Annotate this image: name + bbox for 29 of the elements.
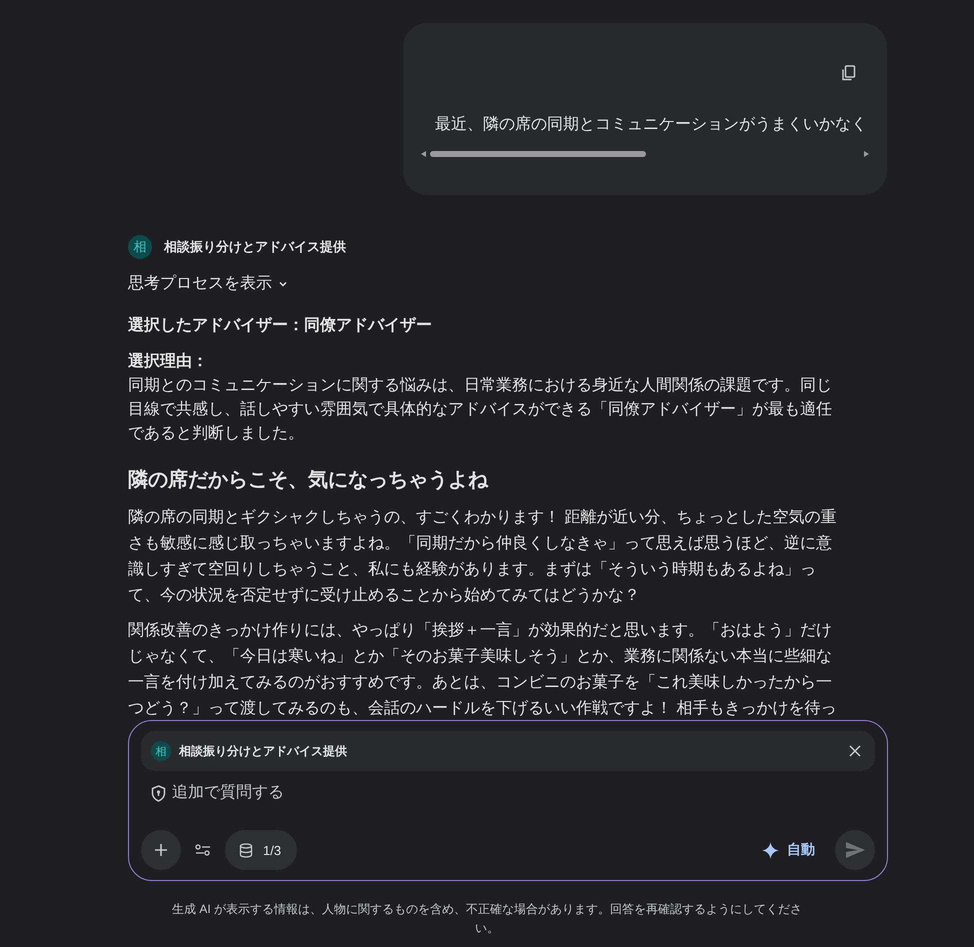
scroll-right-icon[interactable] — [864, 151, 869, 157]
selected-advisor: 選択したアドバイザー：同僚アドバイザー — [128, 316, 433, 336]
reason-text: 同期とのコミュニケーションに関する悩みは、日常業務における身近な人間関係の課題です。同じ目線で共感し、話しやすい雰囲気で具体的なアドバイスができる「同僚アドバイザー」が最も適任であると判断しました。 — [128, 376, 833, 444]
disclaimer-text: 生成 AI が表示する情報は、人物に関するものを含め、不正確な場合があります。回答を再確認するようにしてください。 — [170, 901, 803, 937]
agent-name: 相談振り分けとアドバイス提供 — [179, 742, 347, 760]
close-icon[interactable] — [849, 745, 861, 757]
response-paragraph: 隣の席の同期とギクシャクしちゃうの、すごくわかります！ 距離が近い分、ちょっとした空気の重さも敏感に感じ取っちゃいますよね。「同期だから仲良くしなきゃ」って思えば思うほど、逆に意識しすぎて空回りしちゃうこと、私にも経験があります。まずは「そういう時期もあるよね」って、今の状況を否定せずに受け止めることから始めてみてはどうかな？ — [128, 508, 838, 606]
shield-icon — [151, 784, 166, 802]
scroll-left-icon[interactable] — [421, 151, 426, 157]
settings-icon[interactable] — [195, 843, 211, 857]
sparkle-icon — [762, 842, 779, 858]
send-icon — [846, 842, 864, 858]
response-paragraph: 関係改善のきっかけ作りには、やっぱり「挨拶＋一言」が効果的だと思います。「おはよう」だけじゃなくて、「今日は寒いね」とか「そのお菓子美味しそう」とか、業務に関係ない本当に些細な一言を付け加えてみるのがおすすめです。あとは、コンビニのお菓子を「これ美味しかったから一つどう？」って渡してみるのも、会話のハードルを下げるいい作戦ですよ！ 相手もきっかけを待っ — [128, 620, 838, 719]
agent-avatar: 相 — [151, 741, 171, 761]
question-input[interactable]: 追加で質問する — [172, 784, 572, 802]
reason-label: 選択理由： — [128, 352, 209, 372]
agent-avatar: 相 — [128, 235, 152, 259]
send-button[interactable] — [835, 830, 875, 870]
agent-name: 相談振り分けとアドバイス提供 — [164, 238, 346, 256]
add-button[interactable] — [141, 830, 181, 870]
database-icon — [239, 842, 253, 858]
sources-button[interactable]: 1/3 — [225, 830, 298, 870]
mode-button[interactable]: 自動 — [756, 841, 821, 859]
user-message-text: 最近、隣の席の同期とコミュニケーションがうまくいかなく — [434, 114, 868, 135]
response-heading: 隣の席だからこそ、気になっちゃうよね — [128, 468, 490, 493]
scrollbar-thumb[interactable] — [430, 151, 646, 157]
copy-icon[interactable] — [841, 65, 857, 82]
plus-icon — [154, 843, 168, 857]
show-thinking-toggle[interactable]: 思考プロセスを表示 — [128, 273, 288, 294]
